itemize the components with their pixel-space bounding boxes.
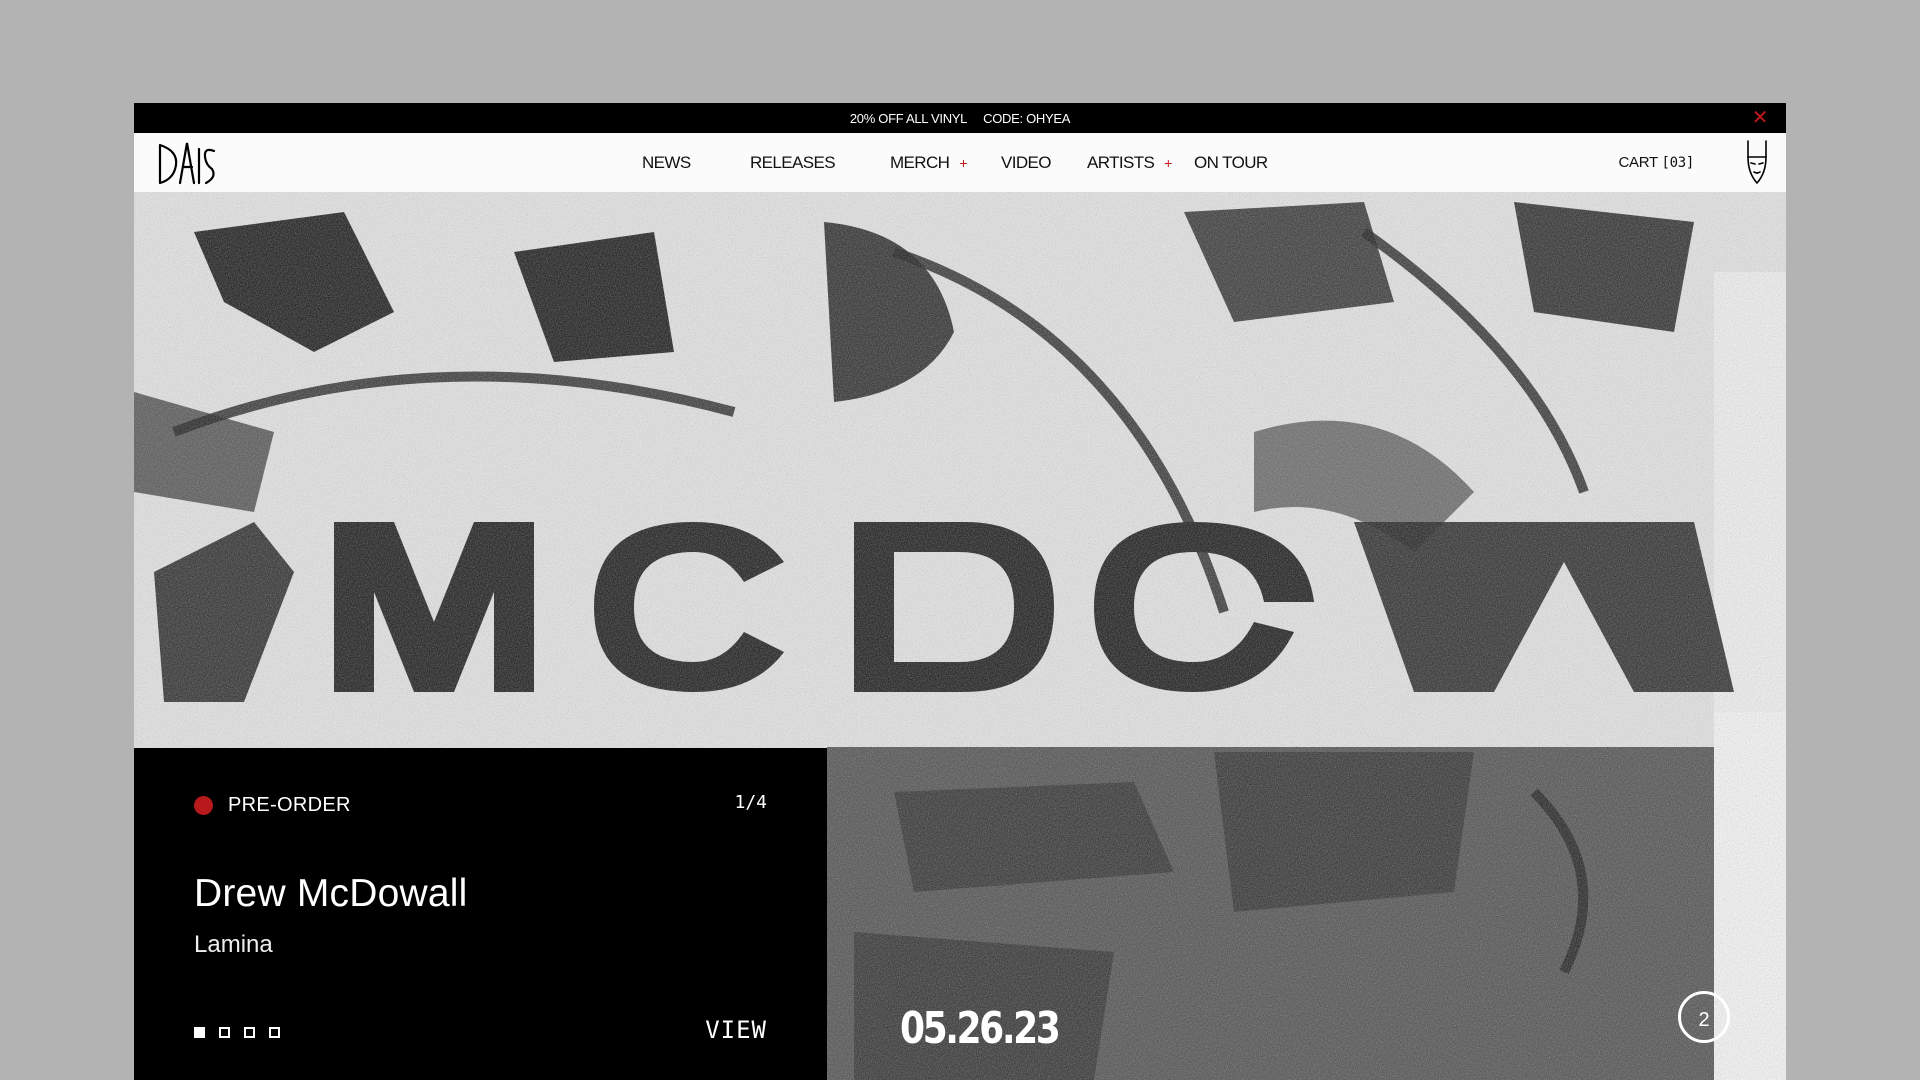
promo-code: CODE: OHYEA xyxy=(983,110,1071,126)
promo-banner: 20% OFF ALL VINYL CODE: OHYEA ✕ xyxy=(134,103,1786,133)
release-info-panel: PRE-ORDER 1/4 Drew McDowall Lamina VIEW xyxy=(134,748,827,1080)
slide-dot-3[interactable] xyxy=(244,1027,255,1038)
plus-icon: + xyxy=(1164,155,1172,171)
nav-news[interactable]: NEWS xyxy=(642,153,691,173)
cart-label: CART xyxy=(1618,154,1658,171)
artist-name[interactable]: Drew McDowall xyxy=(194,872,467,916)
nav-merch[interactable]: MERCH + xyxy=(890,153,967,173)
cart-link[interactable]: CART [03] xyxy=(1618,154,1695,171)
slide-dot-1[interactable] xyxy=(194,1027,205,1038)
nav-on-tour-label: ON TOUR xyxy=(1194,153,1268,172)
promo-offer: 20% OFF ALL VINYL xyxy=(849,110,968,126)
cart-count: [03] xyxy=(1661,155,1694,171)
nav-video[interactable]: VIDEO xyxy=(1001,153,1052,173)
nav-on-tour[interactable]: ON TOUR xyxy=(1194,153,1268,173)
album-title[interactable]: Lamina xyxy=(194,931,273,959)
status-dot-icon xyxy=(194,796,213,815)
nav-artists[interactable]: ARTISTS + xyxy=(1087,153,1172,173)
slide-pagination xyxy=(194,1027,280,1038)
slide-dot-2[interactable] xyxy=(219,1027,230,1038)
view-button[interactable]: VIEW xyxy=(705,1016,767,1044)
nav-merch-label: MERCH xyxy=(890,153,950,172)
main-nav: NEWS RELEASES MERCH + VIDEO ARTISTS + ON T… xyxy=(134,133,1786,193)
close-icon[interactable]: ✕ xyxy=(1750,108,1770,128)
release-date: 05.26.23 xyxy=(900,1003,1061,1054)
plus-icon: + xyxy=(959,155,967,171)
edition-badge: 2 xyxy=(1678,991,1730,1043)
mascot-icon[interactable] xyxy=(1742,139,1772,185)
nav-video-label: VIDEO xyxy=(1001,153,1052,172)
nav-artists-label: ARTISTS xyxy=(1087,153,1155,172)
slide-counter: 1/4 xyxy=(734,792,767,813)
status-text: PRE-ORDER xyxy=(228,794,351,816)
status-label: PRE-ORDER xyxy=(194,794,351,817)
browser-frame: 20% OFF ALL VINYL CODE: OHYEA ✕ NEWS REL… xyxy=(134,103,1786,1080)
dais-logo[interactable] xyxy=(154,139,218,187)
nav-releases[interactable]: RELEASES xyxy=(750,153,836,173)
slide-dot-4[interactable] xyxy=(269,1027,280,1038)
nav-releases-label: RELEASES xyxy=(750,153,836,172)
nav-news-label: NEWS xyxy=(642,153,691,172)
